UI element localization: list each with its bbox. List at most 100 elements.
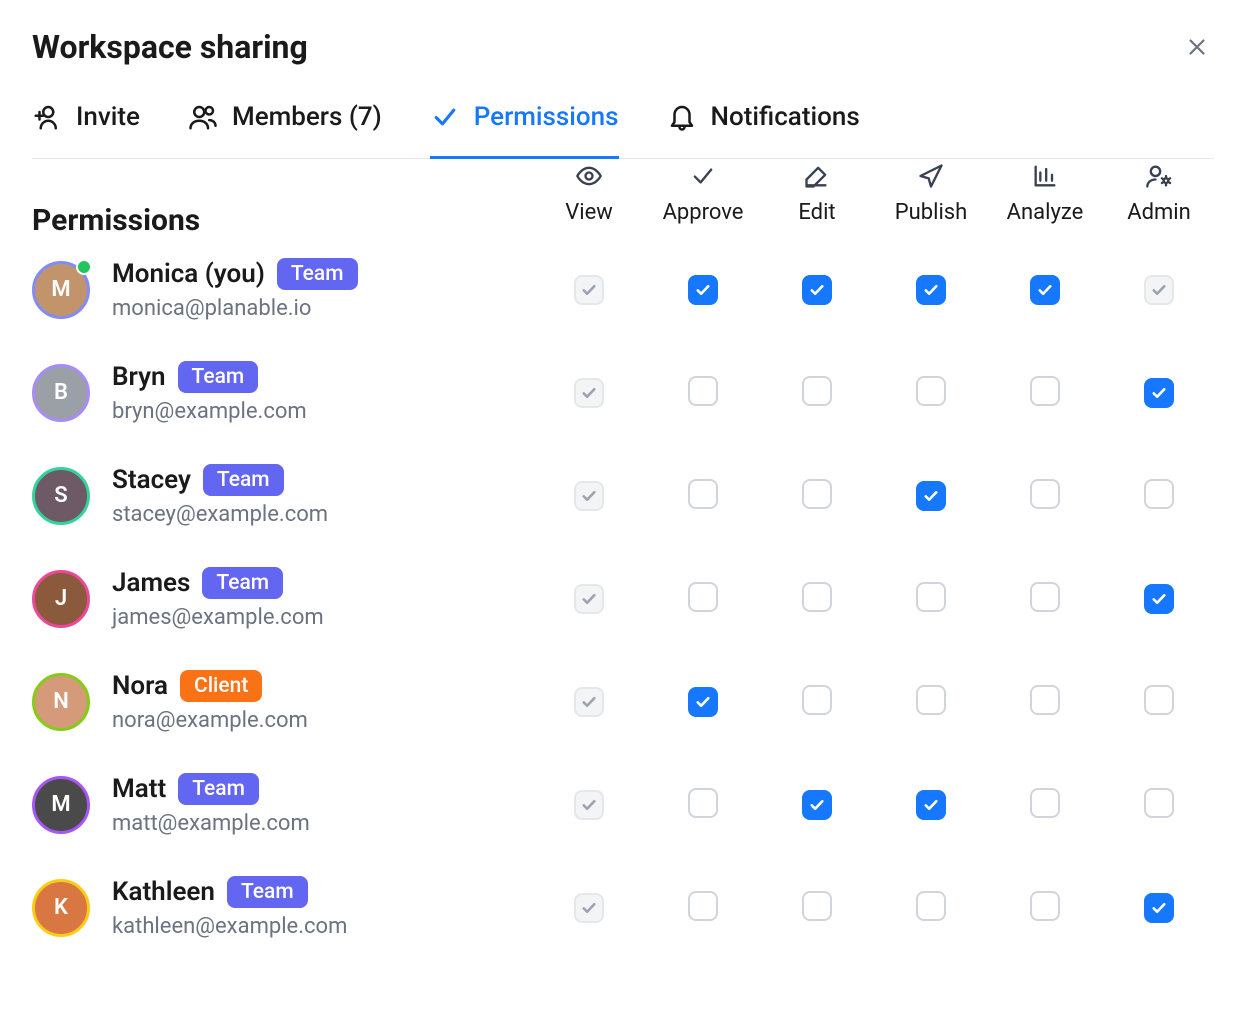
- member-badge: Team: [178, 361, 259, 393]
- checkbox-approve[interactable]: [688, 275, 718, 305]
- checkbox-publish[interactable]: [916, 582, 946, 612]
- perm-cell-publish: [874, 461, 988, 531]
- checkbox-approve[interactable]: [688, 687, 718, 717]
- checkbox-admin[interactable]: [1144, 378, 1174, 408]
- checkbox-edit[interactable]: [802, 891, 832, 921]
- avatar: N: [32, 673, 90, 731]
- tab-members[interactable]: Members (7): [188, 102, 382, 159]
- member-badge: Team: [178, 773, 259, 805]
- eye-icon: [532, 162, 646, 190]
- checkbox-admin[interactable]: [1144, 788, 1174, 818]
- chart-icon: [988, 162, 1102, 190]
- member-name: Monica (you): [112, 259, 265, 289]
- checkbox-admin[interactable]: [1144, 584, 1174, 614]
- bell-icon: [667, 102, 697, 132]
- checkbox-approve[interactable]: [688, 788, 718, 818]
- checkbox-approve[interactable]: [688, 891, 718, 921]
- member-info: KathleenTeamkathleen@example.com: [112, 876, 347, 939]
- member-badge: Team: [277, 258, 358, 290]
- checkbox-view: [574, 790, 604, 820]
- perm-cell-analyze: [988, 665, 1102, 739]
- perm-cell-admin: [1102, 768, 1216, 842]
- perm-cell-view: [532, 770, 646, 840]
- perm-cell-approve: [646, 768, 760, 842]
- permissions-grid: Permissions View Approve Edit Publish An…: [32, 159, 1214, 959]
- checkbox-publish[interactable]: [916, 275, 946, 305]
- checkbox-edit[interactable]: [802, 275, 832, 305]
- pencil-icon: [760, 162, 874, 190]
- checkbox-analyze[interactable]: [1030, 685, 1060, 715]
- tab-permissions-label: Permissions: [474, 102, 619, 132]
- checkbox-admin[interactable]: [1144, 893, 1174, 923]
- checkbox-edit[interactable]: [802, 685, 832, 715]
- checkbox-publish[interactable]: [916, 481, 946, 511]
- perm-cell-edit: [760, 562, 874, 636]
- member-email: kathleen@example.com: [112, 914, 347, 939]
- member-cell: J JamesTeamjames@example.com: [32, 547, 532, 650]
- modal-title: Workspace sharing: [32, 28, 308, 66]
- checkbox-analyze[interactable]: [1030, 891, 1060, 921]
- checkbox-edit[interactable]: [802, 376, 832, 406]
- checkbox-publish[interactable]: [916, 891, 946, 921]
- column-header-analyze: Analyze: [988, 162, 1102, 235]
- checkbox-analyze[interactable]: [1030, 479, 1060, 509]
- checkbox-edit[interactable]: [802, 479, 832, 509]
- perm-cell-edit: [760, 459, 874, 533]
- check-icon: [646, 162, 760, 190]
- perm-cell-edit: [760, 255, 874, 325]
- tab-invite[interactable]: Invite: [32, 102, 140, 159]
- column-header-edit: Edit: [760, 162, 874, 235]
- tab-notifications-label: Notifications: [711, 102, 860, 132]
- perm-cell-approve: [646, 562, 760, 636]
- perm-cell-approve: [646, 356, 760, 430]
- avatar: B: [32, 364, 90, 422]
- member-name: Matt: [112, 774, 166, 804]
- checkbox-approve[interactable]: [688, 479, 718, 509]
- checkbox-edit[interactable]: [802, 790, 832, 820]
- people-icon: [188, 102, 218, 132]
- perm-cell-approve: [646, 255, 760, 325]
- member-info: StaceyTeamstacey@example.com: [112, 464, 328, 527]
- checkbox-publish[interactable]: [916, 685, 946, 715]
- tab-invite-label: Invite: [76, 102, 140, 132]
- checkbox-analyze[interactable]: [1030, 582, 1060, 612]
- perm-cell-analyze: [988, 255, 1102, 325]
- perm-cell-approve: [646, 667, 760, 737]
- perm-cell-publish: [874, 562, 988, 636]
- perm-cell-view: [532, 461, 646, 531]
- avatar-wrap: N: [32, 673, 90, 731]
- perm-cell-edit: [760, 665, 874, 739]
- perm-cell-admin: [1102, 873, 1216, 943]
- tab-permissions[interactable]: Permissions: [430, 102, 619, 159]
- column-label: View: [532, 200, 646, 225]
- tab-members-label: Members (7): [232, 102, 382, 132]
- checkbox-publish[interactable]: [916, 790, 946, 820]
- perm-cell-edit: [760, 356, 874, 430]
- avatar: M: [32, 776, 90, 834]
- checkbox-publish[interactable]: [916, 376, 946, 406]
- checkbox-edit[interactable]: [802, 582, 832, 612]
- checkbox-approve[interactable]: [688, 376, 718, 406]
- checkbox-admin: [1144, 275, 1174, 305]
- admin-icon: [1102, 162, 1216, 190]
- member-name: Kathleen: [112, 877, 215, 907]
- checkbox-admin[interactable]: [1144, 685, 1174, 715]
- member-info: JamesTeamjames@example.com: [112, 567, 324, 630]
- perm-cell-analyze: [988, 871, 1102, 945]
- perm-cell-admin: [1102, 459, 1216, 533]
- avatar-wrap: J: [32, 570, 90, 628]
- checkbox-view: [574, 378, 604, 408]
- checkbox-admin[interactable]: [1144, 479, 1174, 509]
- checkbox-analyze[interactable]: [1030, 376, 1060, 406]
- avatar: J: [32, 570, 90, 628]
- checkbox-analyze[interactable]: [1030, 788, 1060, 818]
- perm-cell-analyze: [988, 356, 1102, 430]
- checkbox-analyze[interactable]: [1030, 275, 1060, 305]
- avatar-wrap: K: [32, 879, 90, 937]
- checkbox-approve[interactable]: [688, 582, 718, 612]
- tab-notifications[interactable]: Notifications: [667, 102, 860, 159]
- perm-cell-admin: [1102, 665, 1216, 739]
- close-button[interactable]: [1180, 30, 1214, 64]
- perm-cell-view: [532, 873, 646, 943]
- member-cell: MMattTeammatt@example.com: [32, 753, 532, 856]
